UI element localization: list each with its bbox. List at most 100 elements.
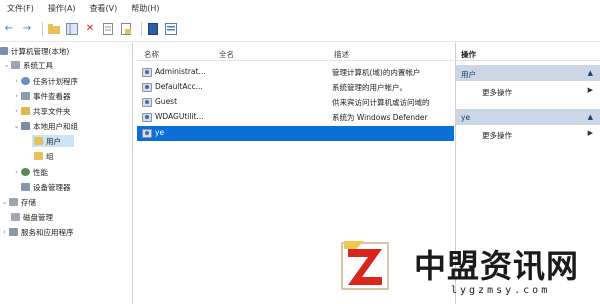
- tree-item-device-manager[interactable]: 设备管理器: [21, 181, 71, 193]
- tree-item-groups[interactable]: 组: [34, 150, 54, 162]
- user-icon: [142, 98, 152, 107]
- users-groups-icon: [21, 122, 30, 130]
- tree-item-users[interactable]: 用户: [32, 135, 74, 147]
- user-icon: [142, 68, 152, 77]
- user-description: 系统为 Windows Defender: [332, 113, 428, 122]
- tree-item-storage[interactable]: ⌄ 存储: [0, 196, 36, 208]
- user-name: Guest: [155, 97, 178, 106]
- actions-section-label: ye: [461, 113, 471, 122]
- help-icon[interactable]: [146, 22, 160, 36]
- properties-icon[interactable]: [101, 22, 115, 36]
- toolbar: ← → ✕: [0, 16, 600, 42]
- tree-label: 事件查看器: [33, 91, 71, 101]
- user-description: 管理计算机(域)的内置帐户: [332, 68, 421, 77]
- tree-item-local-users-groups[interactable]: ⌄ 本地用户和组: [12, 120, 78, 132]
- computer-icon: [0, 47, 8, 55]
- storage-icon: [9, 198, 18, 206]
- user-name: WDAGUtilit...: [155, 112, 204, 121]
- folder-icon: [34, 152, 43, 160]
- navigation-tree: 计算机管理(本地) ⌄ 系统工具 › 任务计划程序 › 事件查看器 › 共享文件…: [0, 43, 133, 304]
- chevron-right-icon[interactable]: ›: [12, 77, 21, 85]
- user-icon: [142, 129, 152, 138]
- submenu-arrow-icon: ▶: [587, 129, 593, 137]
- device-manager-icon: [21, 183, 30, 191]
- tree-item-disk-management[interactable]: 磁盘管理: [11, 211, 53, 223]
- services-icon: [9, 228, 18, 236]
- column-header-name[interactable]: 名称: [144, 49, 159, 60]
- tree-item-performance[interactable]: › 性能: [12, 166, 48, 178]
- toolbar-separator: [42, 21, 43, 36]
- more-actions-label: 更多操作: [482, 88, 512, 97]
- tree-label: 磁盘管理: [23, 212, 53, 222]
- user-name: DefaultAcc...: [155, 82, 203, 91]
- tree-label: 性能: [33, 167, 48, 177]
- tree-label: 共享文件夹: [33, 106, 71, 116]
- export-icon[interactable]: [119, 22, 133, 36]
- menu-view[interactable]: 查看(V): [83, 3, 125, 14]
- user-icon: [142, 83, 152, 92]
- user-name: ye: [155, 128, 165, 137]
- user-name: Administrat...: [155, 67, 206, 76]
- user-description: 系统管理的用户帐户。: [332, 83, 407, 92]
- actions-section-header[interactable]: 用户 ▲: [456, 65, 600, 81]
- menu-bar: 文件(F) 操作(A) 查看(V) 帮助(H): [0, 0, 600, 16]
- user-description: 供来宾访问计算机或访问域的: [332, 98, 430, 107]
- actions-title: 操作: [456, 45, 600, 61]
- tree-label: 设备管理器: [33, 182, 71, 192]
- menu-help[interactable]: 帮助(H): [124, 3, 166, 14]
- watermark-logo-icon: [341, 241, 389, 290]
- menu-file[interactable]: 文件(F): [0, 3, 41, 14]
- more-actions-item[interactable]: 更多操作 ▶: [456, 84, 600, 98]
- tree-item-event-viewer[interactable]: › 事件查看器: [12, 90, 71, 102]
- tree-item-services-applications[interactable]: › 服务和应用程序: [0, 226, 74, 238]
- tree-label: 服务和应用程序: [21, 227, 74, 237]
- view-icon[interactable]: [164, 22, 178, 36]
- forward-arrow-icon[interactable]: →: [20, 22, 34, 36]
- chevron-down-icon[interactable]: ⌄: [2, 61, 11, 69]
- table-row[interactable]: WDAGUtilit... 系统为 Windows Defender: [137, 110, 454, 124]
- list-header: 名称 全名 描述: [137, 45, 454, 61]
- chevron-right-icon[interactable]: ›: [12, 92, 21, 100]
- chevron-down-icon[interactable]: ⌄: [0, 198, 9, 206]
- chevron-right-icon[interactable]: ›: [12, 107, 21, 115]
- chevron-right-icon[interactable]: ›: [0, 228, 9, 236]
- tree-label: 组: [46, 151, 54, 161]
- table-row-selected[interactable]: ye: [137, 126, 454, 141]
- actions-section-header[interactable]: ye ▲: [456, 109, 600, 125]
- collapse-icon[interactable]: ▲: [588, 113, 593, 121]
- tree-item-shared-folders[interactable]: › 共享文件夹: [12, 105, 71, 117]
- actions-section-label: 用户: [461, 70, 476, 79]
- back-arrow-icon[interactable]: ←: [2, 22, 16, 36]
- shared-folder-icon: [21, 107, 30, 115]
- watermark: 中盟资讯网 lygzmsy.com: [338, 237, 600, 304]
- watermark-text: 中盟资讯网: [414, 247, 580, 285]
- chevron-right-icon[interactable]: ›: [12, 168, 21, 176]
- table-row[interactable]: Administrat... 管理计算机(域)的内置帐户: [137, 65, 454, 79]
- tree-item-task-scheduler[interactable]: › 任务计划程序: [12, 75, 78, 87]
- toolbar-separator: [141, 21, 142, 36]
- tools-icon: [11, 61, 20, 69]
- table-row[interactable]: DefaultAcc... 系统管理的用户帐户。: [137, 80, 454, 94]
- show-tree-icon[interactable]: [65, 22, 79, 36]
- tree-label: 计算机管理(本地): [11, 46, 70, 56]
- tree-item-system-tools[interactable]: ⌄ 系统工具: [2, 59, 53, 71]
- event-viewer-icon: [21, 92, 30, 100]
- up-folder-icon[interactable]: [47, 22, 61, 36]
- chevron-down-icon[interactable]: ⌄: [12, 122, 21, 130]
- column-header-description[interactable]: 描述: [334, 49, 349, 60]
- menu-action[interactable]: 操作(A): [41, 3, 83, 14]
- column-header-fullname[interactable]: 全名: [219, 49, 234, 60]
- tree-label: 用户: [46, 136, 61, 146]
- tree-item-computer-management[interactable]: 计算机管理(本地): [0, 45, 69, 57]
- user-icon: [142, 113, 152, 122]
- performance-icon: [21, 168, 30, 176]
- tree-label: 存储: [21, 197, 36, 207]
- tree-label: 系统工具: [23, 60, 53, 70]
- tree-label: 本地用户和组: [33, 121, 78, 131]
- submenu-arrow-icon: ▶: [587, 86, 593, 94]
- more-actions-item[interactable]: 更多操作 ▶: [456, 127, 600, 141]
- collapse-icon[interactable]: ▲: [588, 69, 593, 77]
- delete-icon[interactable]: ✕: [83, 22, 97, 36]
- table-row[interactable]: Guest 供来宾访问计算机或访问域的: [137, 95, 454, 109]
- clock-icon: [21, 77, 30, 85]
